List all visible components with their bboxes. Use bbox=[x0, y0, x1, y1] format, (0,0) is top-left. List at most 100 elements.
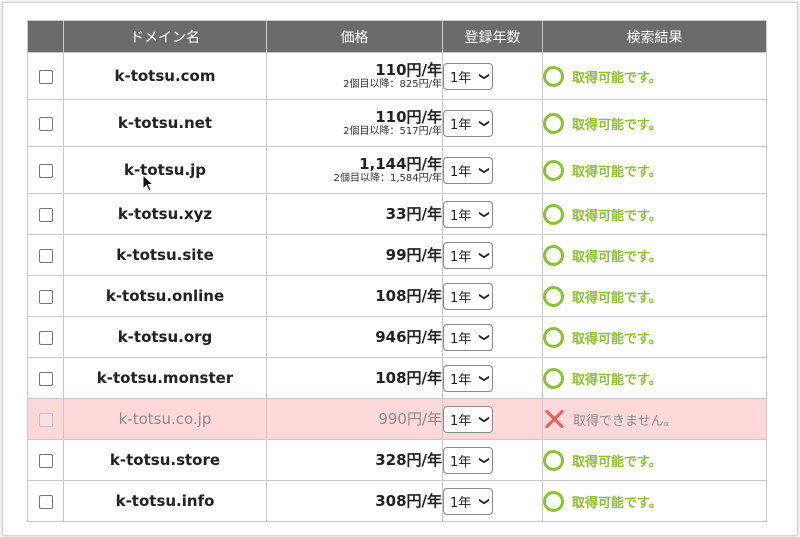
select-domain-checkbox[interactable] bbox=[38, 495, 53, 509]
years-select[interactable]: 1年 ❯ bbox=[443, 323, 493, 351]
price-cell: 110円/年 2個目以降：825円/年 bbox=[266, 52, 443, 100]
chevron-down-icon: ❯ bbox=[478, 455, 490, 465]
years-cell: 1年 ❯ bbox=[442, 398, 543, 440]
available-circle-icon bbox=[543, 159, 564, 181]
table-row: k-totsu.store 328円/年 1年 ❯ 取得可能です。 bbox=[27, 439, 767, 481]
years-select[interactable]: 1年 ❯ bbox=[443, 241, 493, 269]
available-circle-icon bbox=[543, 112, 564, 134]
result-cell: 取得可能です。 bbox=[542, 439, 767, 481]
price-cell: 328円/年 bbox=[266, 439, 443, 481]
chevron-down-icon: ❯ bbox=[478, 209, 490, 219]
available-circle-icon bbox=[543, 449, 564, 471]
domain-name: k-totsu.xyz bbox=[63, 193, 267, 235]
domain-name: k-totsu.store bbox=[63, 439, 267, 481]
years-select-value: 1年 bbox=[450, 249, 472, 265]
chevron-down-icon: ❯ bbox=[478, 250, 490, 260]
select-domain-checkbox[interactable] bbox=[38, 454, 53, 468]
table-row: k-totsu.net 110円/年 2個目以降：517円/年 1年 ❯ 取得可能です。 bbox=[27, 99, 767, 147]
price-per-year: 328円/年 bbox=[375, 451, 442, 469]
years-select[interactable]: 1年 ❯ bbox=[443, 62, 493, 90]
row-checkbox-cell bbox=[27, 480, 64, 522]
price-per-year: 308円/年 bbox=[375, 492, 442, 510]
chevron-down-icon: ❯ bbox=[478, 373, 490, 383]
years-select[interactable]: 1年 ❯ bbox=[443, 364, 493, 392]
chevron-down-icon: ❯ bbox=[478, 332, 490, 342]
years-cell: 1年 ❯ bbox=[442, 99, 543, 147]
status-text: 取得可能です。 bbox=[572, 331, 662, 347]
years-select-value: 1年 bbox=[450, 164, 472, 180]
header-result: 検索結果 bbox=[542, 20, 767, 53]
result-cell: 取得可能です。 bbox=[542, 316, 767, 358]
table-header-row: ドメイン名 価格 登録年数 検索結果 bbox=[27, 20, 767, 53]
renewal-price: 2個目以降：825円/年 bbox=[343, 79, 442, 90]
result-cell: 取得可能です。 bbox=[542, 146, 767, 194]
price-per-year: 33円/年 bbox=[385, 205, 442, 223]
select-domain-checkbox[interactable] bbox=[38, 117, 53, 131]
price-per-year: 1,144円/年 bbox=[359, 155, 442, 173]
chevron-down-icon: ❯ bbox=[478, 118, 490, 128]
unavailable-cross-icon bbox=[543, 408, 565, 430]
row-checkbox-cell bbox=[27, 146, 64, 194]
domain-name: k-totsu.online bbox=[63, 275, 267, 317]
available-circle-icon bbox=[543, 244, 564, 266]
select-domain-checkbox[interactable] bbox=[38, 249, 53, 263]
years-select[interactable]: 1年 ❯ bbox=[443, 446, 493, 474]
status-text: 取得可能です。 bbox=[572, 454, 662, 470]
result-cell: 取得可能です。 bbox=[542, 275, 767, 317]
status-text: 取得可能です。 bbox=[572, 249, 662, 265]
result-cell: 取得可能です。 bbox=[542, 193, 767, 235]
status-text: 取得可能です。 bbox=[572, 117, 662, 133]
years-select[interactable]: 1年 ❯ bbox=[443, 156, 493, 184]
years-select[interactable]: 1年 ❯ bbox=[443, 200, 493, 228]
select-domain-checkbox[interactable] bbox=[38, 208, 53, 222]
price-cell: 308円/年 bbox=[266, 480, 443, 522]
result-cell: 取得できません。 bbox=[542, 398, 767, 440]
status-text: 取得可能です。 bbox=[572, 164, 662, 180]
years-cell: 1年 ❯ bbox=[442, 439, 543, 481]
row-checkbox-cell bbox=[27, 99, 64, 147]
table-row: k-totsu.co.jp 990円/年 1年 ❯ 取得できません。 bbox=[27, 398, 767, 440]
header-price: 価格 bbox=[266, 20, 443, 53]
domain-name: k-totsu.info bbox=[63, 480, 267, 522]
result-cell: 取得可能です。 bbox=[542, 234, 767, 276]
price-per-year: 110円/年 bbox=[375, 61, 442, 79]
years-select-value: 1年 bbox=[450, 331, 472, 347]
price-cell: 33円/年 bbox=[266, 193, 443, 235]
price-cell: 990円/年 bbox=[266, 398, 443, 440]
years-select-value: 1年 bbox=[450, 208, 472, 224]
years-cell: 1年 ❯ bbox=[442, 234, 543, 276]
price-per-year: 108円/年 bbox=[375, 369, 442, 387]
row-checkbox-cell bbox=[27, 52, 64, 100]
available-circle-icon bbox=[543, 65, 564, 87]
select-domain-checkbox[interactable] bbox=[38, 331, 53, 345]
select-domain-checkbox bbox=[38, 413, 53, 427]
row-checkbox-cell bbox=[27, 316, 64, 358]
years-select-value: 1年 bbox=[450, 70, 472, 86]
domain-name: k-totsu.org bbox=[63, 316, 267, 358]
years-select[interactable]: 1年 ❯ bbox=[443, 405, 493, 433]
price-cell: 99円/年 bbox=[266, 234, 443, 276]
header-checkbox-column bbox=[27, 20, 64, 53]
result-cell: 取得可能です。 bbox=[542, 357, 767, 399]
chevron-down-icon: ❯ bbox=[478, 291, 490, 301]
domain-name: k-totsu.com bbox=[63, 52, 267, 100]
domain-name: k-totsu.monster bbox=[63, 357, 267, 399]
chevron-down-icon: ❯ bbox=[478, 71, 490, 81]
years-select-value: 1年 bbox=[450, 454, 472, 470]
screenshot-frame: ドメイン名 価格 登録年数 検索結果 k-totsu.com 110円/年 2個目以… bbox=[2, 2, 798, 536]
available-circle-icon bbox=[543, 367, 564, 389]
row-checkbox-cell bbox=[27, 193, 64, 235]
select-domain-checkbox[interactable] bbox=[38, 290, 53, 304]
mouse-cursor-icon bbox=[142, 174, 154, 192]
years-select[interactable]: 1年 ❯ bbox=[443, 487, 493, 515]
select-domain-checkbox[interactable] bbox=[38, 372, 53, 386]
years-select[interactable]: 1年 ❯ bbox=[443, 109, 493, 137]
domain-name: k-totsu.site bbox=[63, 234, 267, 276]
row-checkbox-cell bbox=[27, 439, 64, 481]
domain-search-results-table: ドメイン名 価格 登録年数 検索結果 k-totsu.com 110円/年 2個目以… bbox=[27, 20, 767, 522]
select-domain-checkbox[interactable] bbox=[38, 70, 53, 84]
select-domain-checkbox[interactable] bbox=[38, 164, 53, 178]
years-cell: 1年 ❯ bbox=[442, 275, 543, 317]
years-select[interactable]: 1年 ❯ bbox=[443, 282, 493, 310]
table-row: k-totsu.jp 1,144円/年 2個目以降：1,584円/年 1年 ❯ 取得可能で… bbox=[27, 146, 767, 194]
